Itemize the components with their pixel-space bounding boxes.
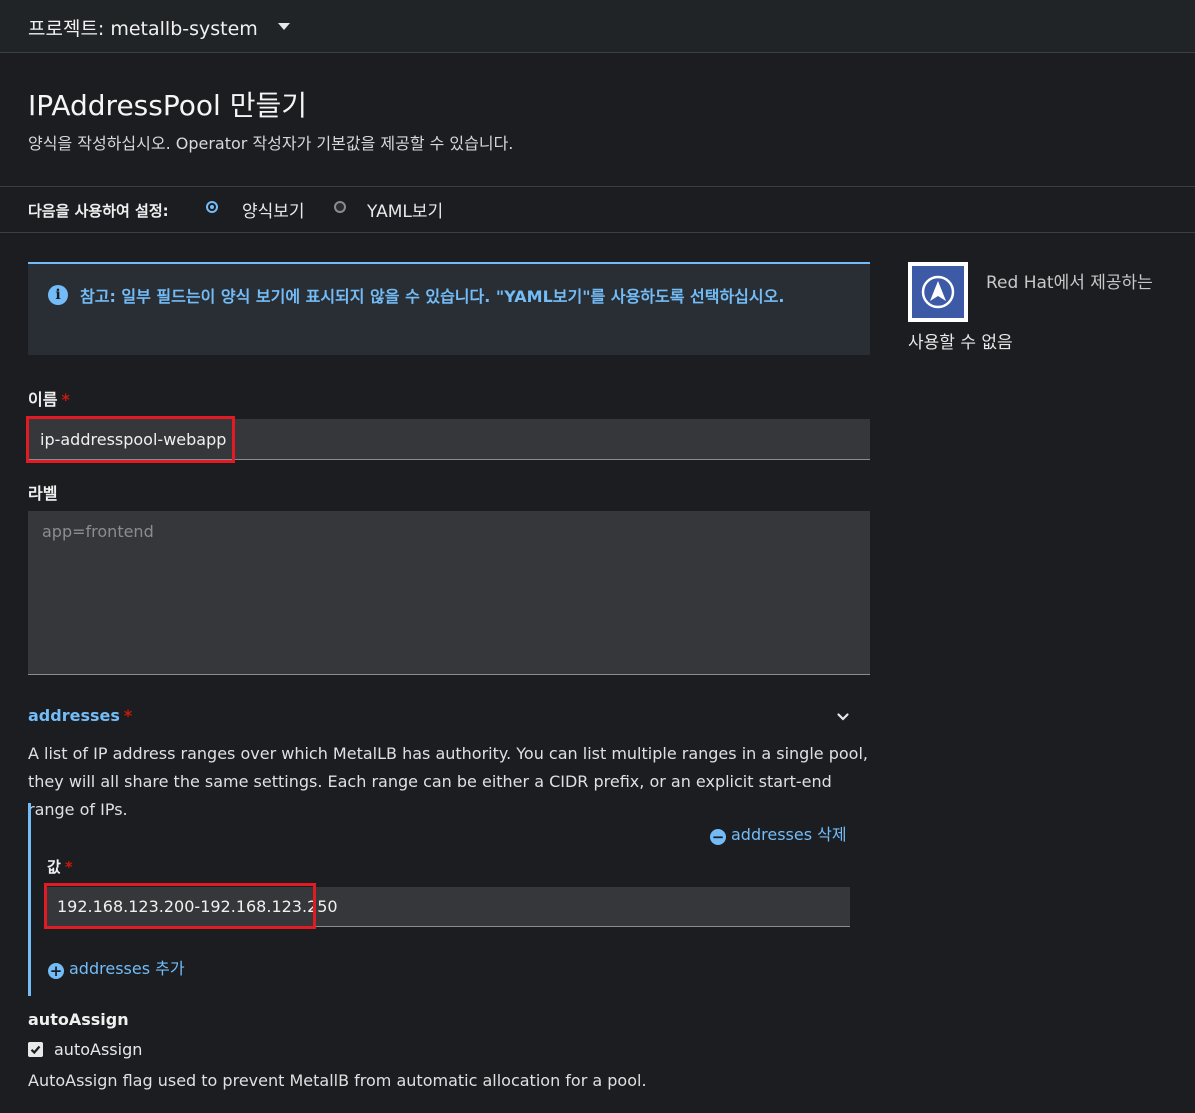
divider: [0, 186, 1195, 187]
labels-field-label: 라벨: [28, 484, 58, 503]
required-marker: *: [123, 706, 133, 725]
page-title: IPAddressPool 만들기: [28, 89, 307, 122]
required-marker: *: [64, 858, 73, 876]
caret-down-icon[interactable]: [278, 23, 290, 30]
yaml-view-radio[interactable]: [334, 201, 346, 213]
minus-circle-icon: −: [710, 828, 726, 846]
name-field-label: 이름 *: [28, 386, 70, 410]
form-view-radio[interactable]: [206, 201, 218, 213]
remove-addresses-button[interactable]: − addresses 삭제: [710, 821, 847, 845]
addresses-title-text: addresses: [28, 706, 120, 725]
page-subtitle: 양식을 작성하십시오. Operator 작성자가 기본값을 제공할 수 있습니…: [28, 134, 514, 153]
plus-circle-icon: +: [48, 962, 64, 980]
autoassign-title: autoAssign: [28, 1010, 129, 1029]
divider: [0, 232, 1195, 233]
add-addresses-label: addresses 추가: [69, 959, 185, 978]
labels-input[interactable]: [28, 511, 870, 675]
addresses-description: A list of IP address ranges over which M…: [28, 744, 868, 819]
required-marker: *: [61, 390, 70, 409]
info-icon: i: [48, 285, 68, 305]
name-input[interactable]: [28, 419, 870, 460]
operator-logo: [908, 262, 968, 322]
add-addresses-button[interactable]: + addresses 추가: [48, 955, 185, 979]
autoassign-checkbox[interactable]: [28, 1042, 43, 1057]
info-alert-text: 참고: 일부 필드는이 양식 보기에 표시되지 않을 수 있습니다. "YAML…: [80, 287, 785, 306]
metallb-logo-icon: [921, 275, 955, 309]
addresses-group-indicator: [28, 803, 31, 996]
form-view-radio-label[interactable]: 양식보기: [242, 197, 305, 222]
configure-via-label: 다음을 사용하여 설정:: [28, 202, 169, 220]
autoassign-checkbox-label[interactable]: autoAssign: [54, 1040, 142, 1059]
project-selector-label[interactable]: 프로젝트: metallb-system: [28, 14, 258, 41]
provider-name: Red Hat에서 제공하는: [986, 273, 1153, 293]
remove-addresses-label: addresses 삭제: [731, 825, 847, 844]
value-label-text: 값: [47, 858, 61, 876]
address-value-input[interactable]: [47, 887, 850, 927]
chevron-down-icon[interactable]: [836, 710, 850, 724]
name-label-text: 이름: [28, 390, 58, 409]
yaml-view-radio-label[interactable]: YAML보기: [367, 197, 443, 222]
provider-status: 사용할 수 없음: [908, 333, 1013, 353]
value-field-label: 값 *: [47, 856, 73, 877]
autoassign-description: AutoAssign flag used to prevent MetallB …: [28, 1071, 647, 1090]
addresses-section-title[interactable]: addresses *: [28, 706, 132, 725]
